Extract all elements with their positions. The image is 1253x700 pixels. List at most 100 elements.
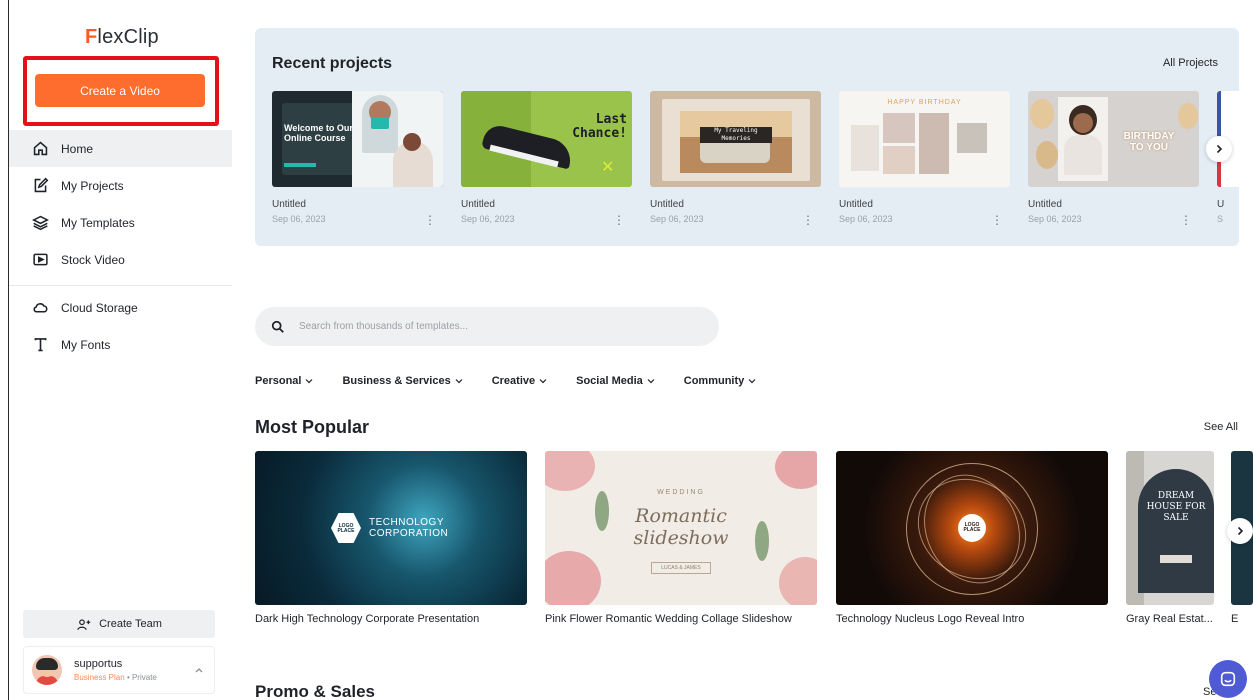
nav-divider	[9, 285, 232, 286]
recent-projects-title: Recent projects	[272, 55, 393, 72]
more-options-icon[interactable]: ⋮	[613, 214, 625, 226]
project-thumbnail[interactable]: My Traveling Memories	[650, 91, 821, 187]
sidebar-item-label: My Fonts	[61, 337, 111, 352]
category-label: Social Media	[576, 375, 643, 387]
promo-sales-title: Promo & Sales	[255, 682, 375, 700]
template-name: Technology Nucleus Logo Reveal Intro	[836, 613, 1025, 625]
user-visibility: • Private	[126, 673, 157, 682]
category-label: Community	[683, 375, 745, 387]
project-date: Sep 06, 2023	[650, 214, 704, 224]
chevron-down-icon	[539, 379, 547, 384]
project-thumbnail[interactable]: Welcome to Our Online Course	[272, 91, 443, 187]
recent-projects-panel: Recent projects All Projects Welcome to …	[255, 28, 1239, 246]
project-date: Sep 06, 2023	[461, 214, 515, 224]
user-name: supportus	[74, 658, 123, 670]
template-name: Dark High Technology Corporate Presentat…	[255, 613, 480, 625]
chevron-down-icon	[647, 379, 655, 384]
secondary-nav: Cloud Storage My Fonts	[9, 289, 232, 363]
recent-next-button[interactable]	[1206, 136, 1232, 162]
create-team-label: Create Team	[99, 618, 162, 630]
sidebar-item-label: Home	[61, 141, 94, 156]
template-card[interactable]: LOGO PLACE TECHNOLOGY CORPORATION Dark H…	[255, 451, 527, 625]
project-thumbnail[interactable]: Last Chance! ✕	[461, 91, 632, 187]
logo-mark: F	[85, 26, 98, 48]
flexclip-logo[interactable]: FlexClip	[85, 26, 159, 49]
more-options-icon[interactable]: ⋮	[1180, 214, 1192, 226]
template-thumbnail[interactable]: WEDDING Romantic slideshow LUCAS & JAMES	[545, 451, 817, 605]
project-thumbnail[interactable]: BIRTHDAY TO YOU	[1028, 91, 1199, 187]
project-name: Untitled	[650, 199, 684, 210]
user-plan: Business Plan	[74, 673, 125, 682]
sidebar-item-my-fonts[interactable]: My Fonts	[9, 326, 232, 363]
thumbnail-text: Romantic slideshow	[633, 505, 729, 549]
category-business-services[interactable]: Business & Services	[342, 375, 463, 387]
sidebar-item-label: Stock Video	[61, 252, 125, 267]
project-date: Sep 06, 2023	[1028, 214, 1082, 224]
sidebar-item-label: Cloud Storage	[61, 300, 138, 315]
see-all-link[interactable]: See All	[1204, 421, 1238, 433]
category-personal[interactable]: Personal	[255, 375, 313, 387]
project-card[interactable]: HAPPY BIRTHDAY Untitled Sep 06, 2023 ⋮	[839, 91, 1010, 226]
chevron-up-icon[interactable]	[194, 665, 204, 675]
all-projects-link[interactable]: All Projects	[1163, 57, 1218, 69]
sidebar-item-home[interactable]: Home	[9, 130, 232, 167]
template-card[interactable]: LOGO PLACE Technology Nucleus Logo Revea…	[836, 451, 1108, 625]
more-options-icon[interactable]: ⋮	[424, 214, 436, 226]
home-icon	[31, 140, 49, 158]
chevron-down-icon	[748, 379, 756, 384]
main-nav: Home My Projects My Templates Stock Vide…	[9, 130, 232, 278]
template-thumbnail[interactable]: LOGO PLACE TECHNOLOGY CORPORATION	[255, 451, 527, 605]
user-account-card[interactable]: supportus Business Plan • Private	[23, 646, 215, 694]
font-icon	[31, 336, 49, 354]
project-date: S	[1217, 214, 1224, 224]
thumbnail-sub: LUCAS & JAMES	[651, 562, 711, 574]
template-name: E	[1231, 613, 1239, 625]
project-card[interactable]: Last Chance! ✕ Untitled Sep 06, 2023 ⋮	[461, 91, 632, 226]
sidebar-item-cloud-storage[interactable]: Cloud Storage	[9, 289, 232, 326]
template-name: Gray Real Estat...	[1126, 613, 1213, 625]
project-card[interactable]: BIRTHDAY TO YOU Untitled Sep 06, 2023 ⋮	[1028, 91, 1199, 226]
thumbnail-text: BIRTHDAY TO YOU	[1123, 131, 1175, 153]
team-icon	[77, 618, 91, 630]
category-community[interactable]: Community	[684, 375, 757, 387]
thumbnail-text: DREAM HOUSE FOR SALE	[1146, 491, 1206, 523]
search-input[interactable]	[299, 321, 679, 332]
popular-next-button[interactable]	[1227, 518, 1253, 544]
search-icon	[271, 320, 284, 333]
project-name: Untitled	[461, 199, 495, 210]
project-name: Untitled	[839, 199, 873, 210]
sidebar-item-stock-video[interactable]: Stock Video	[9, 241, 232, 278]
more-options-icon[interactable]: ⋮	[802, 214, 814, 226]
project-name: U	[1217, 199, 1225, 210]
thumbnail-text: TECHNOLOGY CORPORATION	[369, 517, 449, 539]
project-date: Sep 06, 2023	[272, 214, 326, 224]
template-search-bar[interactable]	[255, 307, 719, 346]
chat-support-button[interactable]	[1209, 660, 1247, 698]
create-team-button[interactable]: Create Team	[23, 610, 215, 638]
more-options-icon[interactable]: ⋮	[991, 214, 1003, 226]
project-thumbnail[interactable]: HAPPY BIRTHDAY	[839, 91, 1010, 187]
category-label: Business & Services	[342, 375, 451, 387]
template-name: Pink Flower Romantic Wedding Collage Sli…	[545, 613, 792, 625]
category-label: Creative	[491, 375, 536, 387]
thumbnail-logo: LOGO PLACE	[337, 523, 355, 534]
chevron-down-icon	[306, 379, 313, 384]
category-social-media[interactable]: Social Media	[576, 375, 655, 387]
sidebar-item-my-templates[interactable]: My Templates	[9, 204, 232, 241]
sidebar-item-my-projects[interactable]: My Projects	[9, 167, 232, 204]
template-card[interactable]: DREAM HOUSE FOR SALE Gray Real Estat...	[1126, 451, 1214, 625]
create-video-button[interactable]: Create a Video	[35, 74, 205, 107]
category-creative[interactable]: Creative	[492, 375, 547, 387]
project-card[interactable]: Welcome to Our Online Course Untitled Se…	[272, 91, 443, 226]
template-card[interactable]: WEDDING Romantic slideshow LUCAS & JAMES…	[545, 451, 817, 625]
logo-text: lexClip	[97, 26, 159, 48]
project-card[interactable]: My Traveling Memories Untitled Sep 06, 2…	[650, 91, 821, 226]
project-name: Untitled	[1028, 199, 1062, 210]
project-name: Untitled	[272, 199, 306, 210]
chevron-right-icon	[1216, 144, 1223, 154]
template-thumbnail[interactable]: DREAM HOUSE FOR SALE	[1126, 451, 1214, 605]
chat-icon	[1220, 671, 1236, 687]
most-popular-title: Most Popular	[255, 417, 370, 437]
app-window: FlexClip Create a Video Home My Projects	[0, 0, 1253, 700]
template-thumbnail[interactable]: LOGO PLACE	[836, 451, 1108, 605]
